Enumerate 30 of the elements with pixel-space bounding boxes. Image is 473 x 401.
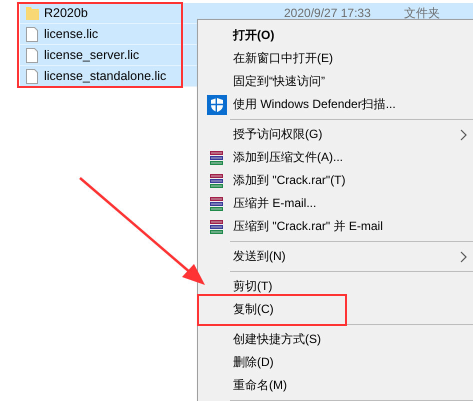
menu-item[interactable]: 打开(O) [200,24,473,47]
menu-item[interactable]: 压缩到 "Crack.rar" 并 E-mail [200,215,473,238]
books-icon [208,172,224,188]
books-icon [208,150,224,166]
menu-item[interactable]: 授予访问权限(G) [200,123,473,146]
file-icon [26,68,38,84]
file-icon [26,26,38,42]
menu-item[interactable]: 发送到(N) [200,245,473,268]
menu-item[interactable]: 压缩并 E-mail... [200,192,473,215]
books-icon [208,196,224,212]
menu-item[interactable]: 创建快捷方式(S) [200,328,473,351]
folder-icon [26,6,38,20]
menu-item[interactable]: 重命名(M) [200,374,473,397]
menu-item[interactable]: 使用 Windows Defender扫描... [200,93,473,116]
file-date: 2020/9/27 17:33 [284,6,372,20]
menu-item[interactable]: 在新窗口中打开(E) [200,47,473,70]
menu-item[interactable]: 添加到压缩文件(A)... [200,146,473,169]
menu-item[interactable]: 复制(C) [200,298,473,321]
file-name: license_standalone.lic [44,69,166,83]
menu-item[interactable]: 固定到“快速访问” [200,70,473,93]
file-icon [26,48,38,62]
file-name: license.lic [44,27,98,41]
menu-item[interactable]: 添加到 "Crack.rar"(T) [200,169,473,192]
file-name: R2020b [44,6,88,20]
menu-item[interactable]: 剪切(T) [200,275,473,298]
shield-icon [206,94,226,114]
menu-item[interactable]: 删除(D) [200,351,473,374]
books-icon [208,218,224,234]
file-type: 文件夹 [404,4,440,22]
file-name: license_server.lic [44,48,140,62]
